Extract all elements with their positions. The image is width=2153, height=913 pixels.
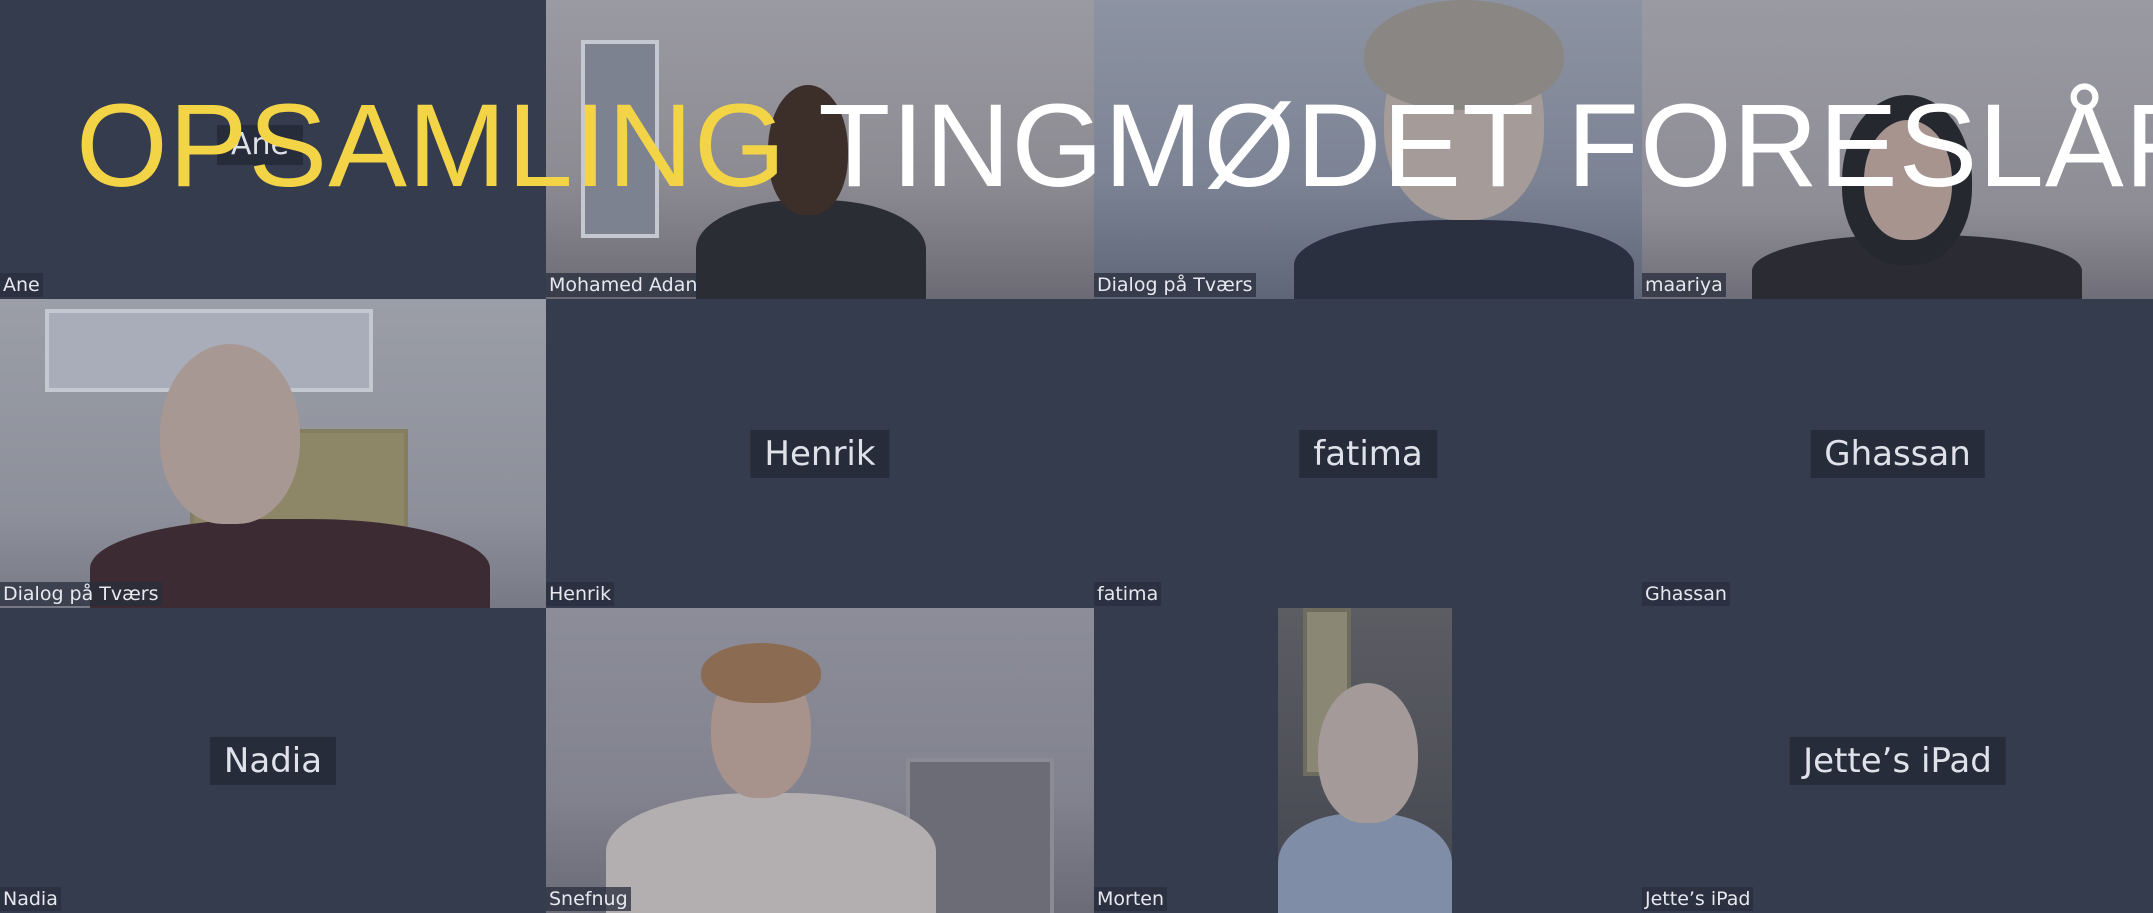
- participant-caption: Ghassan: [1642, 582, 1730, 606]
- participant-caption: Henrik: [546, 582, 615, 606]
- title-main: TINGMØDET FORESLÅR: [818, 80, 2153, 212]
- participant-tile-morten[interactable]: Morten: [1094, 608, 1642, 913]
- participant-tile-snefnug[interactable]: Snefnug: [546, 608, 1094, 913]
- participant-name-label: Ghassan: [1810, 429, 1985, 478]
- participant-caption: Morten: [1094, 887, 1168, 911]
- participant-tile-jettes-ipad[interactable]: Jette’s iPad Jette’s iPad: [1642, 608, 2153, 913]
- person-body: [1294, 220, 1634, 299]
- participant-name-label: Nadia: [209, 736, 337, 785]
- participant-caption: maariya: [1642, 273, 1726, 297]
- participant-caption: Snefnug: [546, 887, 631, 911]
- participant-tile-ghassan[interactable]: Ghassan Ghassan: [1642, 299, 2153, 608]
- overlay-title: OPSAMLING TINGMØDET FORESLÅR: [76, 78, 2153, 214]
- participant-caption: Dialog på Tværs: [0, 582, 162, 606]
- participant-caption: fatima: [1094, 582, 1162, 606]
- person-head: [160, 344, 300, 524]
- person-body: [1278, 813, 1452, 913]
- participant-caption: Dialog på Tværs: [1094, 273, 1256, 297]
- participant-name-label: Jette’s iPad: [1789, 736, 2006, 785]
- participant-name-label: Henrik: [750, 429, 890, 478]
- participant-tile-henrik[interactable]: Henrik Henrik: [546, 299, 1094, 608]
- participant-caption: Ane: [0, 273, 43, 297]
- video-feed: [1278, 608, 1452, 913]
- participant-name-label: fatima: [1299, 429, 1437, 478]
- participant-tile-nadia[interactable]: Nadia Nadia: [0, 608, 546, 913]
- participant-caption: Nadia: [0, 887, 61, 911]
- participant-tile-dialog-paa-tvaers-2[interactable]: Dialog på Tværs: [0, 299, 546, 608]
- person-body: [606, 793, 936, 913]
- title-accent: OPSAMLING: [76, 80, 787, 212]
- person-head: [1318, 683, 1418, 823]
- person-hair: [701, 643, 821, 703]
- participant-caption: Jette’s iPad: [1642, 887, 1754, 911]
- participant-caption: Mohamed Adan: [546, 273, 701, 297]
- participant-tile-fatima[interactable]: fatima fatima: [1094, 299, 1642, 608]
